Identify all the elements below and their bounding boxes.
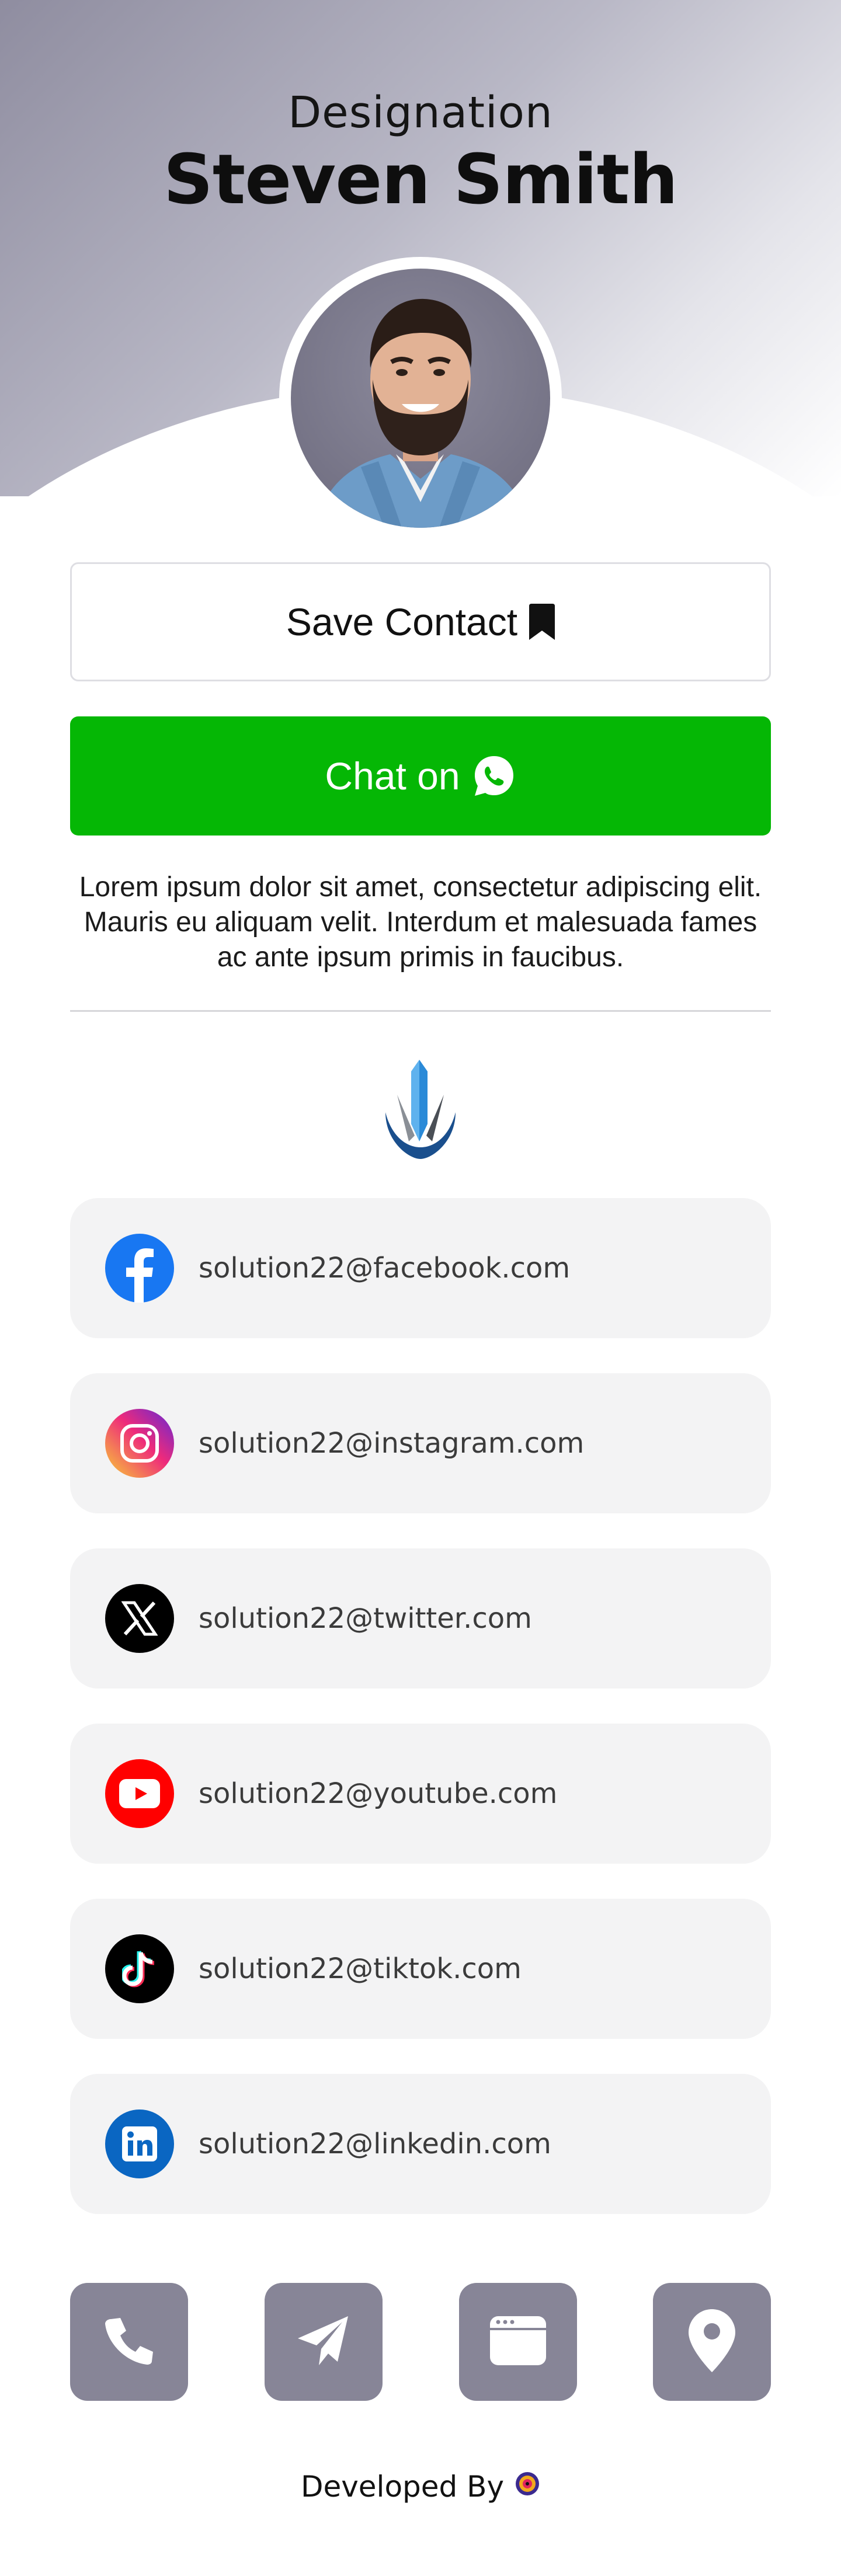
footer: Developed By (0, 2470, 841, 2504)
profile-name: Steven Smith (163, 139, 678, 220)
bookmark-icon (529, 604, 555, 640)
social-text: solution22@facebook.com (199, 1252, 571, 1284)
location-button[interactable] (653, 2283, 771, 2401)
send-icon (296, 2313, 352, 2372)
whatsapp-icon (472, 754, 516, 798)
social-text: solution22@instagram.com (199, 1427, 585, 1460)
chat-label: Chat on (325, 754, 460, 798)
avatar-frame (279, 257, 562, 539)
social-card-twitter[interactable]: solution22@twitter.com (70, 1548, 771, 1689)
linkedin-icon (105, 2109, 174, 2178)
social-card-facebook[interactable]: solution22@facebook.com (70, 1198, 771, 1338)
save-contact-label: Save Contact (286, 600, 518, 643)
x-icon (105, 1584, 174, 1653)
bio-text: Lorem ipsum dolor sit amet, consectetur … (79, 872, 762, 973)
avatar (291, 269, 550, 528)
designation-text: Designation (288, 88, 553, 138)
save-contact-button[interactable]: Save Contact (70, 562, 771, 681)
tiktok-icon (105, 1934, 174, 2003)
divider (70, 1010, 771, 1012)
social-text: solution22@youtube.com (199, 1777, 558, 1810)
footer-label: Developed By (300, 2470, 505, 2504)
social-card-youtube[interactable]: solution22@youtube.com (70, 1724, 771, 1864)
facebook-icon (105, 1234, 174, 1303)
social-text: solution22@linkedin.com (199, 2128, 551, 2160)
call-button[interactable] (70, 2283, 188, 2401)
social-text: solution22@tiktok.com (199, 1952, 522, 1985)
map-pin-icon (687, 2308, 736, 2376)
social-card-instagram[interactable]: solution22@instagram.com (70, 1373, 771, 1513)
youtube-icon (105, 1759, 174, 1828)
instagram-icon (105, 1409, 174, 1478)
phone-icon (103, 2314, 155, 2370)
company-logo (374, 1054, 467, 1159)
social-card-linkedin[interactable]: solution22@linkedin.com (70, 2074, 771, 2214)
chat-whatsapp-button[interactable]: Chat on (70, 716, 771, 836)
website-button[interactable] (459, 2283, 577, 2401)
browser-icon (489, 2315, 547, 2369)
social-text: solution22@twitter.com (199, 1602, 532, 1635)
social-card-tiktok[interactable]: solution22@tiktok.com (70, 1899, 771, 2039)
developer-logo-icon[interactable] (515, 2470, 540, 2504)
send-button[interactable] (265, 2283, 383, 2401)
